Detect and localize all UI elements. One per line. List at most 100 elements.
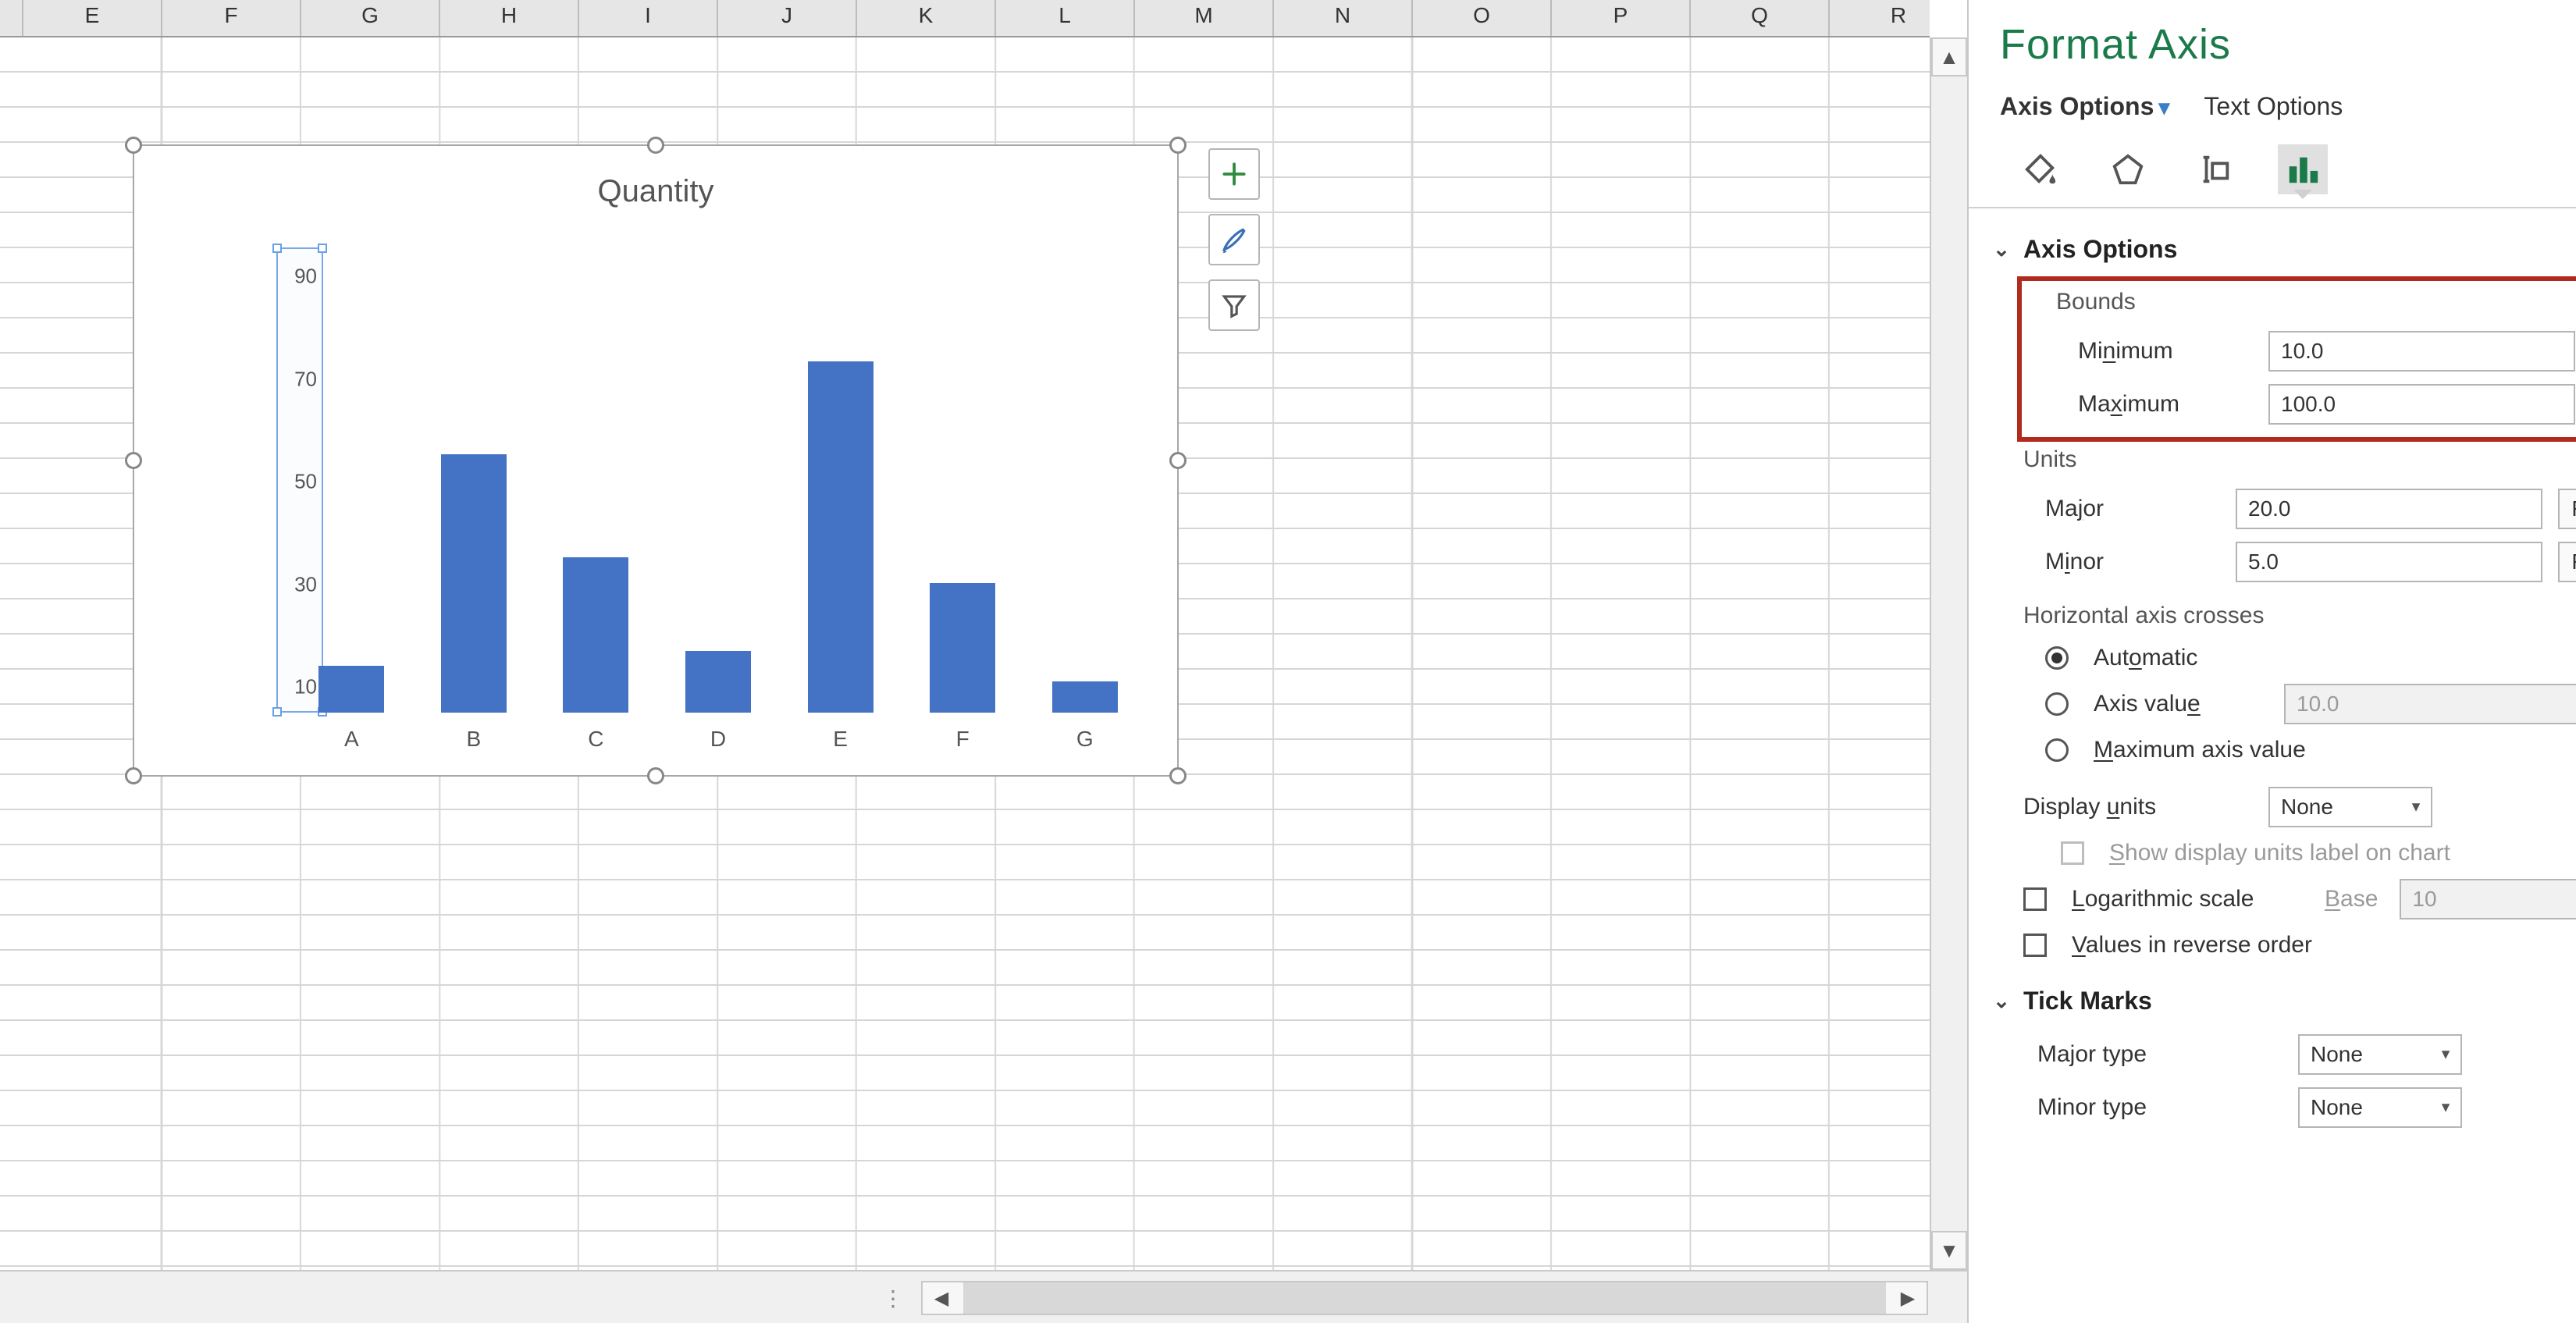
col-header[interactable]: F (162, 0, 301, 36)
bottom-bar: ⋮ ◀ ▶ (0, 1270, 1967, 1323)
column-headers: E F G H I J K L M N O P Q R (0, 0, 1930, 37)
brush-icon (1219, 225, 1249, 254)
col-header[interactable]: G (301, 0, 440, 36)
tab-text-options[interactable]: Text Options (2204, 92, 2343, 121)
bounds-highlight: Bounds Minimum Reset Maximum Reset (2017, 276, 2576, 442)
show-units-label: Show display units label on chart (2109, 840, 2450, 866)
section-axis-options[interactable]: ⌄ Axis Options (1991, 222, 2576, 276)
col-header[interactable]: P (1552, 0, 1691, 36)
resize-handle[interactable] (125, 137, 142, 154)
resize-handle[interactable] (125, 452, 142, 469)
col-header[interactable]: J (718, 0, 857, 36)
col-header[interactable]: O (1413, 0, 1552, 36)
chart-bar[interactable] (930, 583, 995, 713)
col-header[interactable]: H (440, 0, 579, 36)
maximum-label: Maximum (2078, 391, 2258, 418)
major-tick-label: Major type (2037, 1041, 2287, 1068)
chart-bar[interactable] (318, 666, 384, 713)
col-header[interactable]: Q (1691, 0, 1830, 36)
col-header[interactable]: M (1135, 0, 1274, 36)
major-unit-label: Major (2045, 496, 2225, 522)
maximum-input[interactable] (2268, 384, 2575, 425)
chevron-down-icon: ▾ (2154, 95, 2169, 119)
x-axis-label: G (1076, 727, 1094, 752)
max-axis-value-label: Maximum axis value (2094, 737, 2306, 763)
log-base-label: Base (2325, 886, 2389, 912)
paint-bucket-icon (2023, 151, 2058, 187)
chart-bar[interactable] (1052, 681, 1118, 713)
log-scale-checkbox[interactable] (2023, 887, 2047, 911)
bar-chart-icon (2285, 151, 2321, 187)
tab-axis-options[interactable]: Axis Options▾ (2000, 92, 2169, 121)
units-label: Units (1991, 442, 2576, 482)
horizontal-cross-label: Horizontal axis crosses (1991, 589, 2576, 638)
major-tick-select[interactable]: None (2298, 1034, 2462, 1075)
size-icon (2197, 151, 2233, 187)
scroll-right-icon[interactable]: ▶ (1889, 1282, 1927, 1314)
resize-handle[interactable] (647, 767, 664, 784)
horizontal-scrollbar[interactable]: ◀ ▶ (921, 1281, 1928, 1315)
pane-title: Format Axis (2000, 20, 2231, 69)
chart-plot-area[interactable]: 10 30 50 70 90 ABCDEFG (290, 247, 1146, 713)
axis-value-input[interactable] (2284, 684, 2576, 724)
col-header[interactable]: I (579, 0, 718, 36)
major-unit-input[interactable] (2236, 489, 2542, 529)
format-axis-pane: Format Axis ▼ ✕ Axis Options▾ Text Optio… (1967, 0, 2576, 1323)
fill-line-tab[interactable] (2016, 144, 2065, 194)
section-tick-marks[interactable]: ⌄ Tick Marks (1991, 965, 2576, 1028)
radio-max-axis-value[interactable] (2045, 738, 2069, 762)
chart-bar[interactable] (563, 557, 628, 713)
scroll-left-icon[interactable]: ◀ (923, 1282, 960, 1314)
resize-handle[interactable] (647, 137, 664, 154)
major-reset-button[interactable]: Reset (2558, 489, 2576, 529)
x-axis-label: A (344, 727, 359, 752)
col-header[interactable]: K (857, 0, 996, 36)
chart-add-element-button[interactable] (1208, 148, 1260, 200)
radio-automatic[interactable] (2045, 646, 2069, 670)
col-header[interactable]: L (996, 0, 1135, 36)
chart-bar[interactable] (808, 361, 873, 713)
resize-handle[interactable] (1169, 137, 1187, 154)
scroll-down-icon[interactable]: ▼ (1931, 1231, 1967, 1270)
sheet-split-handle[interactable]: ⋮ (882, 1286, 907, 1311)
minimum-input[interactable] (2268, 331, 2575, 372)
chart-bar[interactable] (441, 454, 507, 713)
resize-handle[interactable] (1169, 767, 1187, 784)
chart-filter-button[interactable] (1208, 279, 1260, 331)
minor-unit-input[interactable] (2236, 542, 2542, 582)
axis-options-tab[interactable] (2278, 144, 2328, 194)
resize-handle[interactable] (125, 767, 142, 784)
size-properties-tab[interactable] (2190, 144, 2240, 194)
x-axis-label: B (467, 727, 482, 752)
minor-reset-button[interactable]: Reset (2558, 542, 2576, 582)
col-header[interactable]: E (23, 0, 162, 36)
chart-bar[interactable] (685, 651, 751, 713)
effects-tab[interactable] (2103, 144, 2153, 194)
col-header[interactable]: N (1274, 0, 1413, 36)
log-base-input[interactable] (2400, 879, 2576, 919)
scroll-up-icon[interactable]: ▲ (1931, 37, 1967, 76)
pentagon-icon (2110, 151, 2146, 187)
radio-axis-value[interactable] (2045, 692, 2069, 716)
chart-title[interactable]: Quantity (134, 146, 1177, 209)
resize-handle[interactable] (1169, 452, 1187, 469)
x-axis-label: C (588, 727, 603, 752)
automatic-label: Automatic (2094, 645, 2197, 671)
chevron-down-icon: ⌄ (1991, 989, 2012, 1013)
embedded-chart[interactable]: Quantity 10 30 50 70 90 ABCDEFG (133, 144, 1179, 777)
chart-styles-button[interactable] (1208, 214, 1260, 265)
minor-tick-select[interactable]: None (2298, 1087, 2462, 1128)
display-units-select[interactable]: None (2268, 787, 2432, 827)
reverse-order-checkbox[interactable] (2023, 934, 2047, 957)
vertical-scrollbar[interactable]: ▲ ▼ (1930, 37, 1967, 1270)
minor-unit-label: Minor (2045, 549, 2225, 575)
reverse-order-label: Values in reverse order (2072, 932, 2312, 958)
funnel-icon (1219, 290, 1249, 320)
scroll-thumb[interactable] (963, 1282, 1886, 1314)
axis-value-label: Axis value (2094, 691, 2273, 717)
chevron-down-icon: ⌄ (1991, 237, 2012, 261)
col-header[interactable]: R (1830, 0, 1969, 36)
minimum-label: Minimum (2078, 338, 2258, 365)
display-units-label: Display units (2023, 794, 2258, 820)
show-units-checkbox (2061, 841, 2084, 865)
